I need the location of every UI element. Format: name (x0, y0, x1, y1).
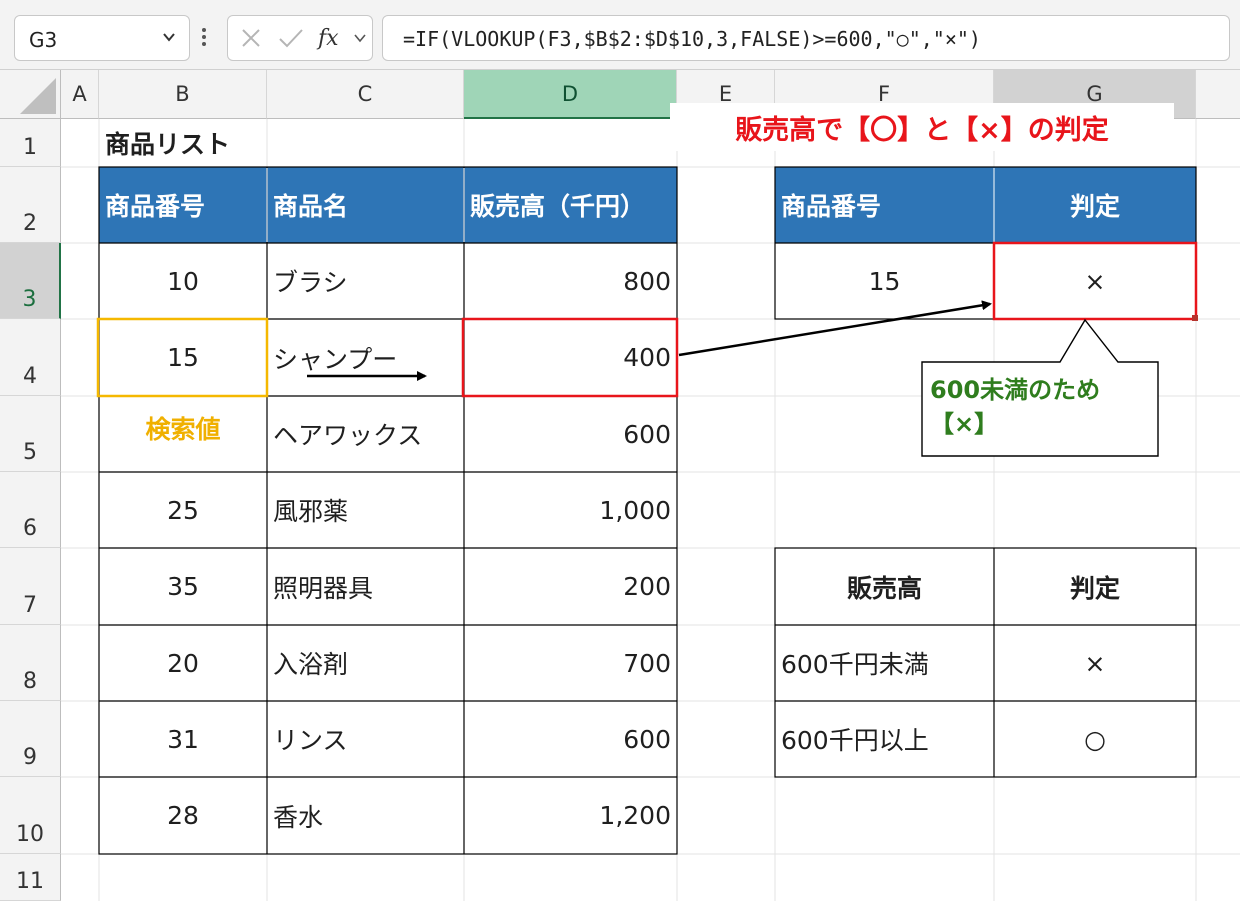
callout-text: 600未満のため 【×】 (930, 373, 1154, 441)
product-table-border (98, 166, 678, 855)
found-value-highlight (461, 317, 679, 398)
annotation-title: 販売高で【〇】と【×】の判定 (670, 103, 1174, 151)
active-cell-highlight (992, 241, 1198, 321)
callout-line-1: 600未満のため (930, 376, 1101, 404)
search-value-highlight (96, 317, 269, 398)
criteria-table-border (774, 547, 1197, 778)
result-arrow (678, 300, 992, 357)
callout-line-2: 【×】 (930, 410, 999, 438)
fill-handle (1192, 315, 1198, 321)
